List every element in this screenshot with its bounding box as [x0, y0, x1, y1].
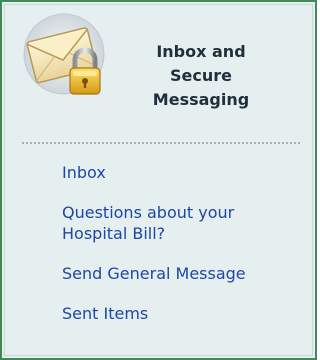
inbox-link[interactable]: Inbox	[62, 162, 302, 183]
sent-items-link[interactable]: Sent Items	[62, 303, 302, 324]
header-divider	[22, 142, 300, 144]
send-general-message-link[interactable]: Send General Message	[62, 263, 302, 284]
envelope-with-padlock-icon	[23, 13, 105, 95]
menu-entry-inbox: Inbox	[62, 162, 302, 183]
secure-messaging-panel: Inbox and Secure Messaging Inbox Questio…	[0, 0, 317, 360]
menu-entry-hospital-bill: Questions about your Hospital Bill?	[62, 202, 302, 244]
menu-entry-general-message: Send General Message	[62, 263, 302, 284]
messaging-menu: Inbox Questions about your Hospital Bill…	[62, 162, 302, 324]
hospital-bill-questions-link[interactable]: Questions about your Hospital Bill?	[62, 202, 292, 244]
panel-title: Inbox and Secure Messaging	[152, 42, 250, 109]
panel-header: Inbox and Secure Messaging	[2, 2, 315, 136]
menu-entry-sent-items: Sent Items	[62, 303, 302, 324]
